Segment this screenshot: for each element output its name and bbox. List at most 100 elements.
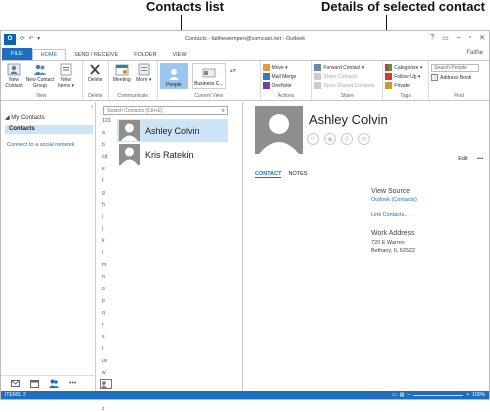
people-search-icon[interactable] [100, 379, 112, 389]
new-contact-group-button[interactable]: New Contact Group [25, 63, 55, 89]
alpha-index-item[interactable]: q [102, 310, 110, 316]
contact-card-kris-ratekin[interactable]: Kris Ratekin [117, 143, 228, 166]
collapse-pane-icon[interactable]: ‹ [91, 104, 93, 110]
people-icon[interactable] [49, 379, 59, 388]
window-controls: ? ▭ – ▫ ✕ [430, 34, 485, 42]
open-shared-contacts-button[interactable]: Open Shared Contacts [314, 82, 374, 89]
business-card-view-button[interactable]: Business C... [191, 63, 226, 89]
minimize-icon[interactable]: – [457, 34, 461, 42]
more-communicate-button[interactable]: More ▾ [133, 63, 155, 83]
ribbon-tabs: FILE HOME SEND / RECEIVE FOLDER VIEW Fai… [1, 47, 489, 60]
alpha-index-item[interactable]: b [102, 142, 110, 148]
folder-contacts[interactable]: Contacts [5, 125, 93, 134]
alpha-index-item[interactable]: g [102, 190, 110, 196]
more-communicate-label: More ▾ [136, 77, 152, 83]
alpha-index-item[interactable]: l [102, 250, 110, 256]
connect-social-network-link[interactable]: Connect to a social network [7, 142, 75, 148]
private-button[interactable]: Private [385, 82, 422, 89]
delete-label: Delete [88, 77, 103, 83]
zoom-out-icon[interactable]: – [408, 392, 411, 398]
alpha-index-item[interactable]: w [102, 370, 110, 376]
alpha-index-item[interactable]: m [102, 262, 110, 268]
group-label-delete: Delete [88, 93, 103, 99]
alpha-index-item[interactable]: a [102, 130, 110, 136]
view-scroll-icon[interactable]: ▴▾ [230, 63, 236, 74]
new-items-button[interactable]: New Items ▾ [55, 63, 77, 89]
contact-full-name: Ashley Colvin [309, 112, 388, 127]
tab-home[interactable]: HOME [31, 49, 67, 60]
zoom-slider[interactable] [413, 394, 464, 396]
alpha-index-item[interactable]: n [102, 274, 110, 280]
alpha-index-item[interactable]: r [102, 322, 110, 328]
alpha-index-item[interactable]: i [102, 214, 110, 220]
close-icon[interactable]: ✕ [479, 34, 485, 42]
user-account[interactable]: Faithe [466, 50, 483, 56]
share-contacts-button[interactable]: Share Contacts [314, 73, 374, 80]
tab-view[interactable]: VIEW [164, 50, 194, 60]
search-people-input[interactable]: Search People [431, 64, 480, 72]
onenote-button[interactable]: OneNote [262, 82, 297, 89]
link-contacts-link[interactable]: Link Contacts... [371, 212, 409, 218]
follow-up-button[interactable]: Follow Up ▾ [385, 73, 422, 80]
quick-access-toolbar: O ⟳ ↶ ▾ [1, 33, 40, 45]
contact-card-ashley-colvin[interactable]: Ashley Colvin [117, 119, 228, 142]
more-icon[interactable]: ••• [69, 380, 76, 387]
reading-view-icon[interactable]: ▤ [400, 392, 405, 398]
address-line-1: 720 E Warren [371, 240, 405, 246]
categorize-button[interactable]: Categorize ▾ [385, 64, 422, 71]
tab-send-receive[interactable]: SEND / RECEIVE [66, 50, 126, 60]
lock-icon [385, 82, 393, 89]
email-icon[interactable]: ✉ [358, 133, 370, 145]
alpha-index-item[interactable]: j [102, 226, 110, 232]
ribbon-display-icon[interactable]: ▭ [442, 34, 449, 42]
help-icon[interactable]: ? [430, 34, 434, 42]
zoom-in-icon[interactable]: + [466, 392, 469, 398]
my-contacts-header[interactable]: ◢ My Contacts [5, 114, 45, 121]
contact-group-icon [34, 64, 46, 75]
alpha-index-item[interactable]: h [102, 202, 110, 208]
search-contacts-input[interactable]: Search Contacts (Ctrl+E) ⌕ [103, 106, 228, 115]
undo-icon[interactable]: ↶ [29, 36, 34, 42]
more-options-icon[interactable]: ••• [477, 156, 483, 162]
ribbon: New Contact New Contact Group New Items … [1, 60, 489, 101]
alpha-index-item[interactable]: p [102, 298, 110, 304]
calendar-icon[interactable] [30, 379, 39, 388]
alpha-index-item[interactable]: e [102, 166, 110, 172]
mail-icon[interactable] [11, 380, 20, 387]
alpha-index-item[interactable]: cd [102, 154, 110, 160]
window-title: Contacts - faithewempen@comcast.net - Ou… [185, 36, 305, 42]
tab-contact[interactable]: CONTACT [255, 171, 282, 178]
forward-contact-button[interactable]: Forward Contact ▾ [314, 64, 374, 71]
meeting-button[interactable]: Meeting [111, 63, 133, 83]
customize-toolbar-icon[interactable]: ▾ [37, 36, 40, 42]
alpha-index-item[interactable]: f [102, 178, 110, 184]
video-call-icon[interactable]: ◉ [324, 133, 336, 145]
address-book-button[interactable]: Address Book [431, 74, 479, 81]
edit-link[interactable]: Edit [458, 156, 467, 162]
alpha-index-item[interactable]: o [102, 286, 110, 292]
move-button[interactable]: Move ▾ [262, 64, 297, 71]
delete-button[interactable]: Delete [85, 63, 106, 83]
tab-folder[interactable]: FOLDER [126, 50, 164, 60]
alpha-index-item[interactable]: uv [102, 358, 110, 364]
alpha-index-item[interactable]: s [102, 334, 110, 340]
people-view-button[interactable]: People [159, 63, 188, 89]
send-receive-icon[interactable]: ⟳ [20, 36, 25, 42]
alpha-index-item[interactable]: z [102, 406, 110, 412]
im-icon[interactable]: ☺ [307, 133, 319, 145]
outlook-window: O ⟳ ↶ ▾ Contacts - faithewempen@comcast.… [0, 30, 490, 412]
source-outlook-contacts-link[interactable]: Outlook (Contacts) [371, 197, 417, 203]
module-switcher: ••• [1, 375, 96, 391]
search-icon[interactable]: ⌕ [222, 107, 225, 115]
mail-merge-button[interactable]: Mail Merge [262, 73, 296, 80]
tab-notes[interactable]: NOTES [288, 171, 307, 178]
alpha-index-item[interactable]: t [102, 346, 110, 352]
phone-icon[interactable]: ✆ [341, 133, 353, 145]
alpha-index-item[interactable]: 123 [102, 118, 110, 124]
alpha-index-item[interactable]: k [102, 238, 110, 244]
contact-name: Kris Ratekin [145, 149, 194, 160]
restore-icon[interactable]: ▫ [469, 34, 471, 42]
normal-view-icon[interactable]: ▭ [392, 392, 397, 398]
new-contact-button[interactable]: New Contact [3, 63, 25, 89]
tab-file[interactable]: FILE [2, 48, 32, 60]
